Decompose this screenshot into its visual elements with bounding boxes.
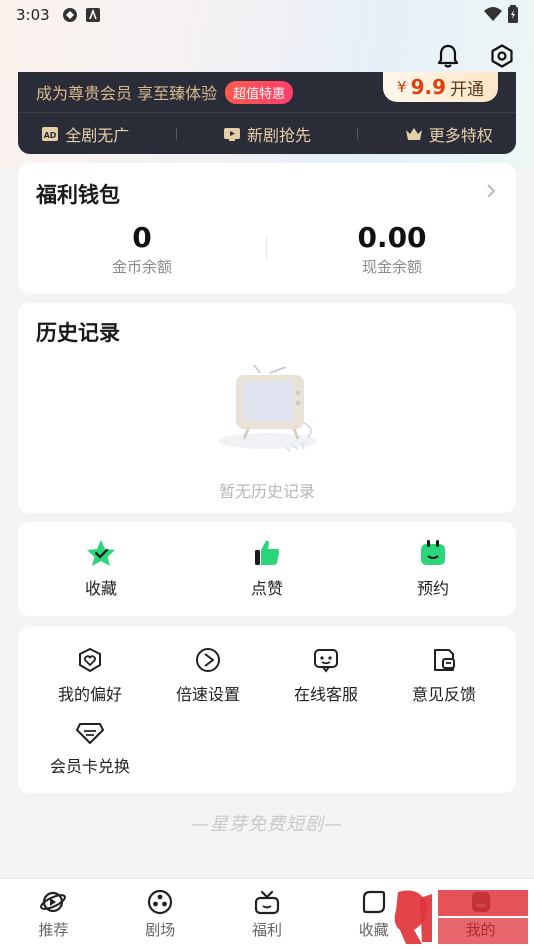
vip-open-button[interactable]: ¥ 9.9 开通 <box>383 72 498 102</box>
vip-slogan: 成为尊贵会员 享至臻体验 <box>36 84 218 103</box>
feedback-button[interactable]: 意见反馈 <box>382 647 506 705</box>
tab-label: 福利 <box>251 921 282 939</box>
quick-actions-card: 收藏 点赞 预约 <box>18 522 516 616</box>
battery-icon <box>508 5 518 27</box>
chat-bot-icon <box>314 649 338 673</box>
tool-label: 意见反馈 <box>411 685 476 704</box>
empty-tv-illustration <box>208 363 328 463</box>
tools-card: 我的偏好 倍速设置 在线客服 意见反馈 会员卡兑换 <box>18 627 516 793</box>
tool-label: 我的偏好 <box>57 685 122 704</box>
wallet-card[interactable]: 福利钱包 0 金币余额 0.00 现金余额 <box>18 163 516 293</box>
diamond-card-icon <box>76 723 104 744</box>
wifi-icon <box>484 6 502 26</box>
cash-balance[interactable]: 0.00 现金余额 <box>292 221 492 277</box>
quick-label: 点赞 <box>250 579 283 598</box>
speed-icon <box>196 648 220 672</box>
quick-label: 预约 <box>416 579 449 598</box>
wallet-divider <box>266 237 267 259</box>
sync-icon <box>62 7 78 23</box>
thumb-up-icon <box>255 540 280 565</box>
tab-label: 剧场 <box>145 921 176 939</box>
coins-label: 金币余额 <box>111 258 172 276</box>
tab-theater[interactable]: 剧场 <box>107 879 214 950</box>
perk-label: 新剧抢先 <box>246 125 311 145</box>
top-actions <box>434 42 516 70</box>
gift-icon <box>254 890 280 915</box>
preferences-button[interactable]: 我的偏好 <box>28 647 152 705</box>
vip-card[interactable]: 成为尊贵会员 享至臻体验 超值特惠 ¥ 9.9 开通 AD 全剧无广 新剧抢先 … <box>18 72 516 154</box>
price-action: 开通 <box>450 79 484 100</box>
reservations-button[interactable]: 预约 <box>363 539 503 599</box>
tool-label: 在线客服 <box>293 685 358 704</box>
footer-brand: —星芽免费短剧— <box>191 814 343 835</box>
price-value: 9.9 <box>410 75 446 99</box>
history-card: 历史记录 暂无历史记录 <box>18 303 516 513</box>
status-right <box>484 5 518 27</box>
star-icon <box>87 540 115 566</box>
likes-button[interactable]: 点赞 <box>197 539 337 599</box>
perk-divider <box>175 127 177 140</box>
perk-label: 更多特权 <box>428 125 493 145</box>
tool-label: 倍速设置 <box>175 685 240 704</box>
tab-label: 推荐 <box>38 921 69 939</box>
tab-welfare[interactable]: 福利 <box>214 879 321 950</box>
tab-label: 收藏 <box>358 921 389 939</box>
tab-recommend[interactable]: 推荐 <box>0 879 107 950</box>
perk-divider <box>357 127 359 140</box>
feedback-icon <box>434 649 455 671</box>
bookmark-icon <box>362 890 385 914</box>
history-title: 历史记录 <box>36 321 120 345</box>
perk-ad-free: AD 全剧无广 <box>41 122 129 146</box>
status-time: 3:03 <box>16 6 50 24</box>
cash-label: 现金余额 <box>361 258 422 276</box>
favorites-button[interactable]: 收藏 <box>31 539 171 599</box>
history-empty-text: 暂无历史记录 <box>218 482 315 501</box>
perk-label: 全剧无广 <box>65 125 130 145</box>
price-currency: ¥ <box>397 78 407 96</box>
customer-service-button[interactable]: 在线客服 <box>264 647 388 705</box>
speed-settings-button[interactable]: 倍速设置 <box>146 647 270 705</box>
planet-icon <box>40 891 67 913</box>
cash-value: 0.00 <box>357 221 427 254</box>
perk-new-episode: 新剧抢先 <box>223 122 311 146</box>
coins-balance[interactable]: 0 金币余额 <box>42 221 242 277</box>
new-episode-icon <box>223 127 240 141</box>
status-bar: 3:03 <box>0 0 534 30</box>
vip-card-redeem-button[interactable]: 会员卡兑换 <box>28 719 152 777</box>
calendar-icon <box>421 540 445 565</box>
ad-free-icon: AD <box>42 126 59 141</box>
wallet-title: 福利钱包 <box>36 183 120 207</box>
vip-perks: AD 全剧无广 新剧抢先 更多特权 <box>18 112 516 154</box>
site-watermark-logo <box>392 884 532 948</box>
notification-button[interactable] <box>434 42 462 70</box>
heart-shield-icon <box>79 647 101 673</box>
gear-icon <box>491 44 513 68</box>
quick-label: 收藏 <box>84 579 117 598</box>
chevron-right-icon[interactable] <box>486 183 496 202</box>
tool-label: 会员卡兑换 <box>49 757 130 776</box>
bell-icon <box>437 44 459 68</box>
settings-button[interactable] <box>488 42 516 70</box>
vip-badge: 超值特惠 <box>225 80 294 104</box>
film-reel-icon <box>148 889 173 915</box>
crown-icon <box>405 127 422 140</box>
coins-value: 0 <box>132 221 152 254</box>
perk-more: 更多特权 <box>405 122 493 146</box>
svg-text:AD: AD <box>44 131 57 140</box>
app-notify-icon <box>85 8 100 22</box>
